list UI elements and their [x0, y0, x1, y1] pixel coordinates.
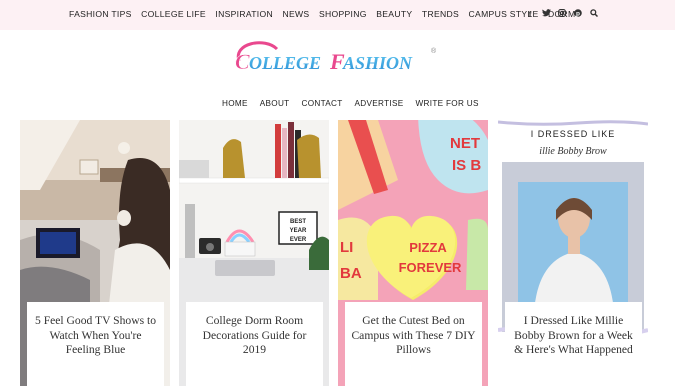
post-title[interactable]: College Dorm Room Decorations Guide for …: [186, 314, 323, 358]
post-title-box[interactable]: College Dorm Room Decorations Guide for …: [186, 302, 323, 386]
post-card[interactable]: BEST YEAR EVER College Dorm Room Decorat…: [179, 120, 329, 386]
svg-text:OLLEGE: OLLEGE: [249, 53, 321, 73]
post-card[interactable]: NET IS B LI BA PIZZA FOREVER Get the Cut…: [338, 120, 488, 386]
topnav-college-life[interactable]: COLLEGE LIFE: [141, 9, 206, 19]
svg-text:BA: BA: [340, 265, 362, 282]
post-title[interactable]: Get the Cutest Bed on Campus with These …: [345, 314, 482, 358]
svg-text:YEAR: YEAR: [290, 228, 307, 234]
svg-text:p: p: [576, 10, 580, 17]
topnav-inspiration[interactable]: INSPIRATION: [215, 9, 273, 19]
svg-text:ASHION: ASHION: [342, 53, 413, 73]
post-title-box[interactable]: 5 Feel Good TV Shows to Watch When You'r…: [27, 302, 164, 386]
site-logo[interactable]: C OLLEGE F ASHION ®: [225, 39, 445, 79]
post-title[interactable]: I Dressed Like Millie Bobby Brown for a …: [505, 314, 642, 358]
nav-home[interactable]: HOME: [222, 99, 248, 108]
nav-write-for-us[interactable]: WRITE FOR US: [416, 99, 479, 108]
post-title-box[interactable]: I Dressed Like Millie Bobby Brown for a …: [505, 302, 642, 386]
nav-about[interactable]: ABOUT: [260, 99, 290, 108]
main-nav: HOME ABOUT CONTACT ADVERTISE WRITE FOR U…: [222, 99, 491, 108]
facebook-icon[interactable]: f: [526, 9, 534, 19]
topnav-trends[interactable]: TRENDS: [422, 9, 459, 19]
top-nav: FASHION TIPS COLLEGE LIFE INSPIRATION NE…: [69, 9, 585, 19]
svg-text:NET: NET: [450, 135, 480, 152]
search-icon[interactable]: [590, 9, 599, 19]
topnav-fashion-tips[interactable]: FASHION TIPS: [69, 9, 132, 19]
instagram-icon[interactable]: [558, 9, 566, 19]
svg-text:EVER: EVER: [290, 237, 307, 243]
twitter-icon[interactable]: [542, 9, 551, 19]
svg-text:IS B: IS B: [452, 157, 481, 174]
topnav-shopping[interactable]: SHOPPING: [319, 9, 367, 19]
topnav-news[interactable]: NEWS: [282, 9, 309, 19]
svg-text:illie Bobby Brow: illie Bobby Brow: [539, 146, 607, 157]
topnav-beauty[interactable]: BEAUTY: [376, 9, 412, 19]
svg-text:®: ®: [431, 47, 437, 55]
nav-contact[interactable]: CONTACT: [301, 99, 342, 108]
svg-text:PIZZA: PIZZA: [409, 240, 447, 255]
pinterest-icon[interactable]: p: [574, 9, 582, 19]
post-title[interactable]: 5 Feel Good TV Shows to Watch When You'r…: [27, 314, 164, 358]
svg-text:I DRESSED LIKE: I DRESSED LIKE: [531, 129, 616, 139]
post-card[interactable]: 5 Feel Good TV Shows to Watch When You'r…: [20, 120, 170, 386]
svg-text:FOREVER: FOREVER: [399, 260, 462, 275]
svg-text:BEST: BEST: [290, 219, 306, 225]
svg-text:C: C: [235, 49, 250, 74]
svg-text:LI: LI: [340, 239, 353, 256]
post-title-box[interactable]: Get the Cutest Bed on Campus with These …: [345, 302, 482, 386]
social-icons: f p: [526, 9, 599, 19]
post-card[interactable]: I DRESSED LIKE illie Bobby Brow I Dresse…: [498, 120, 648, 386]
nav-advertise[interactable]: ADVERTISE: [355, 99, 404, 108]
